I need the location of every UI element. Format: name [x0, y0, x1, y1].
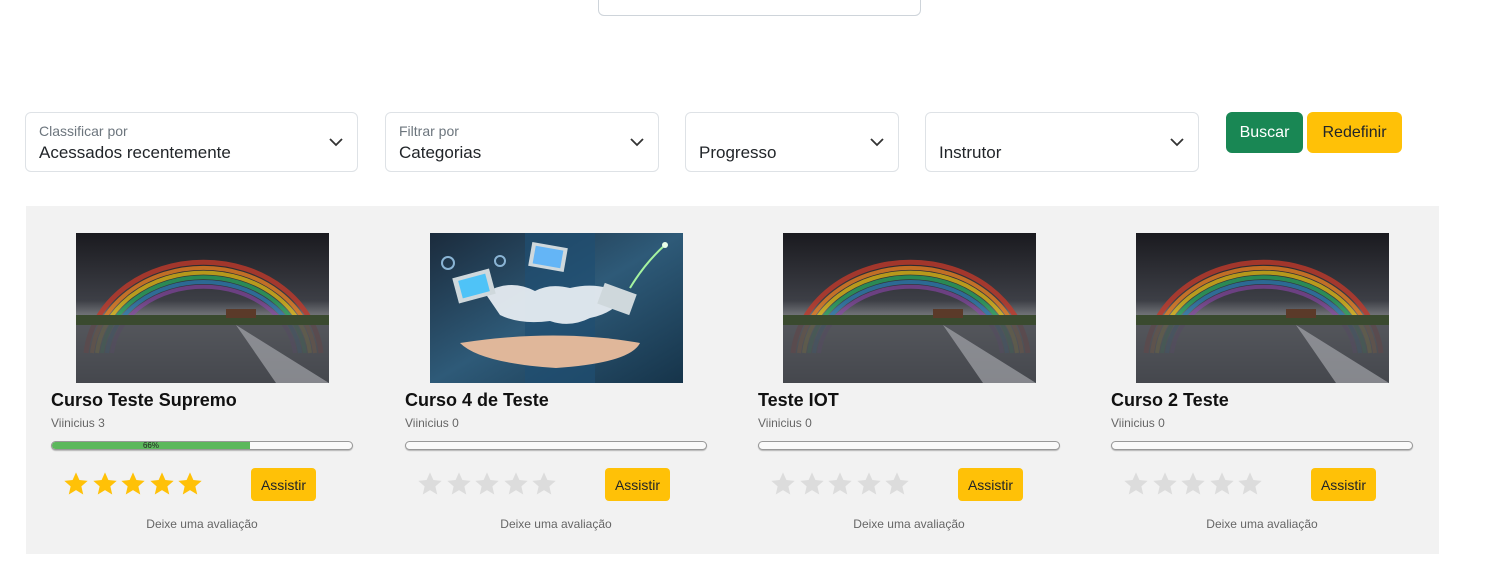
course-card: Curso 2 Teste Viinicius 0 Assistir Deixe… — [1111, 206, 1421, 554]
leave-review-text[interactable]: Deixe uma avaliação — [51, 517, 353, 531]
course-instructor: Viinicius 0 — [405, 416, 459, 430]
course-thumbnail[interactable] — [76, 233, 329, 383]
star-icon[interactable] — [445, 470, 473, 498]
star-icon[interactable] — [176, 470, 204, 498]
course-title[interactable]: Teste IOT — [758, 390, 839, 411]
progress-bar: 66% — [51, 441, 353, 450]
star-icon[interactable] — [1208, 470, 1236, 498]
star-icon[interactable] — [1151, 470, 1179, 498]
star-icon[interactable] — [148, 470, 176, 498]
instructor-select[interactable]: Instrutor — [925, 112, 1199, 172]
rating-stars[interactable] — [62, 470, 205, 498]
instructor-value: Instrutor — [939, 143, 1002, 162]
course-instructor: Viinicius 0 — [758, 416, 812, 430]
search-button[interactable]: Buscar — [1226, 112, 1303, 153]
star-icon[interactable] — [1122, 470, 1150, 498]
reset-button[interactable]: Redefinir — [1307, 112, 1402, 153]
watch-button[interactable]: Assistir — [251, 468, 316, 501]
progress-bar — [758, 441, 1060, 450]
leave-review-text[interactable]: Deixe uma avaliação — [1111, 517, 1413, 531]
watch-button[interactable]: Assistir — [1311, 468, 1376, 501]
leave-review-text[interactable]: Deixe uma avaliação — [405, 517, 707, 531]
category-label: Filtrar por — [399, 123, 459, 139]
course-card: Curso Teste Supremo Viinicius 3 66% Assi… — [51, 206, 361, 554]
star-icon[interactable] — [769, 470, 797, 498]
star-icon[interactable] — [530, 470, 558, 498]
chevron-down-icon — [630, 138, 644, 147]
course-card: Teste IOT Viinicius 0 Assistir Deixe uma… — [758, 206, 1068, 554]
star-icon[interactable] — [855, 470, 883, 498]
star-icon[interactable] — [502, 470, 530, 498]
star-icon[interactable] — [416, 470, 444, 498]
course-instructor: Viinicius 3 — [51, 416, 105, 430]
course-title[interactable]: Curso Teste Supremo — [51, 390, 237, 411]
watch-button[interactable]: Assistir — [958, 468, 1023, 501]
chevron-down-icon — [329, 138, 343, 147]
course-title[interactable]: Curso 4 de Teste — [405, 390, 549, 411]
top-search-input[interactable] — [598, 0, 921, 16]
sort-value: Acessados recentemente — [39, 143, 231, 162]
star-icon[interactable] — [1179, 470, 1207, 498]
star-icon[interactable] — [62, 470, 90, 498]
progress-value: Progresso — [699, 143, 777, 162]
course-thumbnail[interactable] — [1136, 233, 1389, 383]
star-icon[interactable] — [119, 470, 147, 498]
course-title[interactable]: Curso 2 Teste — [1111, 390, 1229, 411]
progress-fill: 66% — [52, 442, 250, 449]
course-thumbnail[interactable] — [430, 233, 683, 383]
chevron-down-icon — [1170, 138, 1184, 147]
rating-stars[interactable] — [769, 470, 912, 498]
star-icon[interactable] — [826, 470, 854, 498]
course-instructor: Viinicius 0 — [1111, 416, 1165, 430]
rating-stars[interactable] — [416, 470, 559, 498]
category-value: Categorias — [399, 143, 482, 162]
leave-review-text[interactable]: Deixe uma avaliação — [758, 517, 1060, 531]
course-grid: Curso Teste Supremo Viinicius 3 66% Assi… — [26, 206, 1439, 554]
watch-button[interactable]: Assistir — [605, 468, 670, 501]
sort-select[interactable]: Classificar por Acessados recentemente — [25, 112, 358, 172]
course-thumbnail[interactable] — [783, 233, 1036, 383]
progress-bar — [1111, 441, 1413, 450]
rating-stars[interactable] — [1122, 470, 1265, 498]
star-icon[interactable] — [1236, 470, 1264, 498]
star-icon[interactable] — [883, 470, 911, 498]
course-card: Curso 4 de Teste Viinicius 0 Assistir De… — [405, 206, 715, 554]
star-icon[interactable] — [798, 470, 826, 498]
category-select[interactable]: Filtrar por Categorias — [385, 112, 659, 172]
star-icon[interactable] — [473, 470, 501, 498]
sort-label: Classificar por — [39, 123, 128, 139]
star-icon[interactable] — [91, 470, 119, 498]
chevron-down-icon — [870, 138, 884, 147]
progress-bar — [405, 441, 707, 450]
progress-select[interactable]: Progresso — [685, 112, 899, 172]
